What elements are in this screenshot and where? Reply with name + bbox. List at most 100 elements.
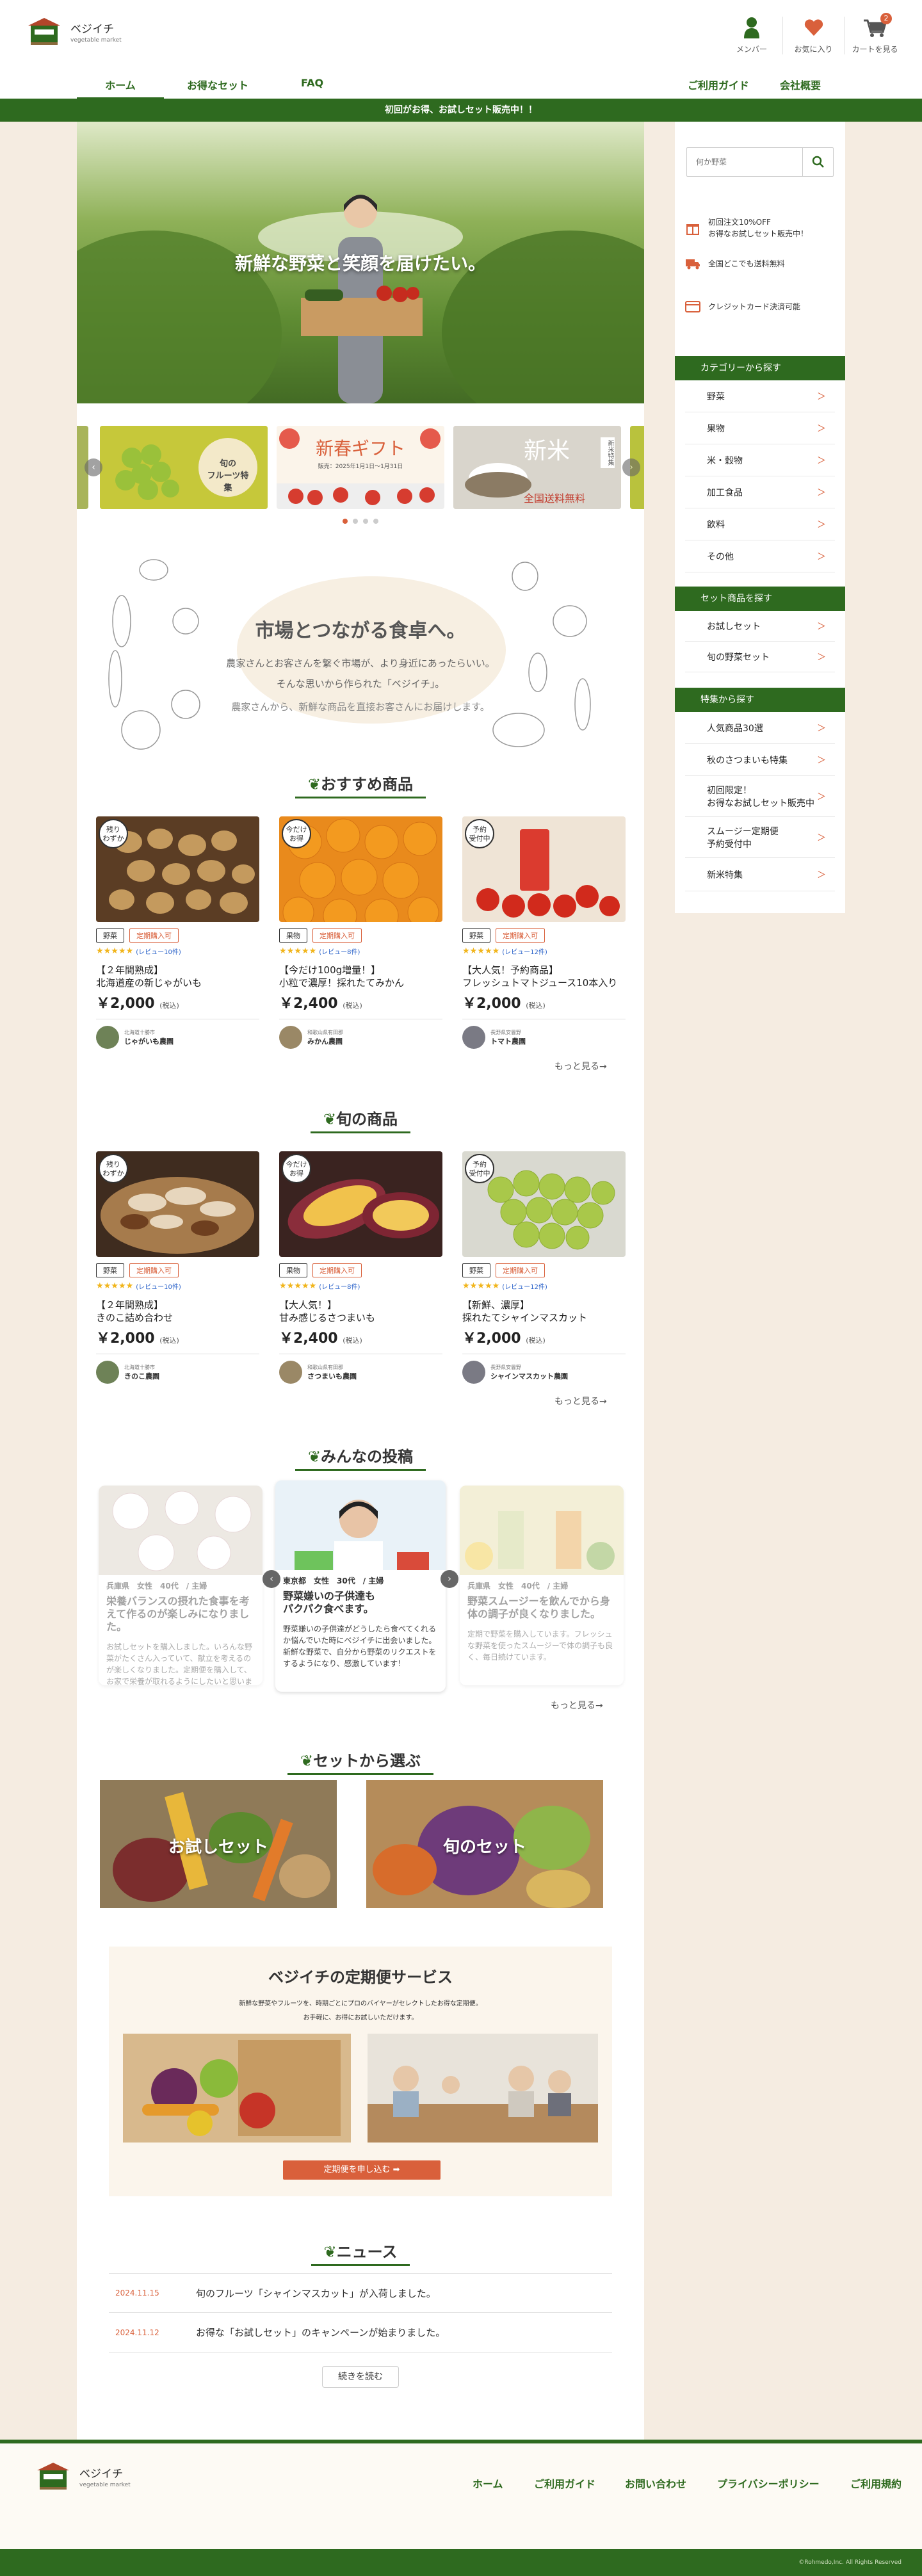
seasonal-set-card[interactable]: 旬のセット bbox=[366, 1780, 603, 1908]
news-read-all-button[interactable]: 続きを読む bbox=[322, 2366, 399, 2388]
feature-item[interactable]: 初回限定！ お得なお試しセット販売中＞ bbox=[685, 776, 835, 817]
subscription-apply-button[interactable]: 定期便を申し込む ➡ bbox=[283, 2160, 441, 2180]
product-image[interactable]: 今だけ お得 bbox=[279, 816, 442, 922]
carousel-dot[interactable] bbox=[353, 519, 358, 524]
review-count-link[interactable]: (レビュー8件) bbox=[319, 946, 360, 956]
seller[interactable]: 和歌山県有田郡 さつまいも農園 bbox=[279, 1354, 442, 1384]
product-image[interactable]: 今だけ お得 bbox=[279, 1151, 442, 1257]
post-card[interactable]: 兵庫県 女性 40代 / 主婦 栄養バランスの摂れた食事を考えて作るのが楽しみに… bbox=[99, 1486, 263, 1685]
search-button[interactable] bbox=[802, 148, 833, 176]
post-body: お試しセットを購入しました。いろんな野菜がたくさん入っていて、献立を考えるのが楽… bbox=[106, 1642, 253, 1685]
review-count-link[interactable]: (レビュー8件) bbox=[319, 1281, 360, 1291]
product-card[interactable]: 予約 受付中 野菜 定期購入可 ★★★★★ (レビュー12件) 【大人気！予約商品】… bbox=[462, 816, 626, 1049]
category-item[interactable]: その他＞ bbox=[685, 540, 835, 572]
set-item[interactable]: お試しセット＞ bbox=[685, 611, 835, 642]
category-item[interactable]: 加工食品＞ bbox=[685, 476, 835, 508]
recommended-more-link[interactable]: もっと見る→ bbox=[554, 1060, 607, 1073]
footer-link-terms[interactable]: ご利用規約 bbox=[850, 2475, 902, 2491]
feature-item[interactable]: 新米特集＞ bbox=[685, 858, 835, 891]
subscription-pill: 定期購入可 bbox=[496, 1263, 545, 1277]
truck-icon bbox=[686, 259, 700, 270]
nav-guide[interactable]: ご利用ガイド bbox=[688, 77, 749, 92]
seller-avatar bbox=[462, 1361, 485, 1384]
seller[interactable]: 和歌山県有田郡 みかん農園 bbox=[279, 1019, 442, 1049]
product-card[interactable]: 今だけ お得 果物 定期購入可 ★★★★★ (レビュー8件) 【今だけ100g増量！… bbox=[279, 816, 442, 1049]
product-title[interactable]: 【２年間熟成】 きのこ詰め合わせ bbox=[96, 1299, 259, 1324]
footer: ベジイチ vegetable market ホーム ご利用ガイド お問い合わせ プ… bbox=[0, 2440, 922, 2549]
cart-button[interactable]: 2 カートを見る bbox=[844, 13, 905, 54]
category-item[interactable]: 野菜＞ bbox=[685, 380, 835, 412]
carousel-slide-fruit[interactable]: 旬の フルーツ特集 bbox=[100, 426, 268, 509]
carousel-prev-button[interactable]: ‹ bbox=[85, 458, 102, 476]
promo-banner[interactable]: 初回がお得、お試しセット販売中！！ bbox=[0, 99, 922, 122]
seller[interactable]: 北海道十勝市 きのこ農園 bbox=[96, 1354, 259, 1384]
carousel-slide-gift[interactable]: 新春ギフト 販売：2025年1月1日～1月31日 bbox=[277, 426, 444, 509]
post-card[interactable]: 東京都 女性 30代 / 主婦 野菜嫌いの子供達も パクパク食べます。 野菜嫌い… bbox=[275, 1480, 446, 1692]
set-item[interactable]: 旬の野菜セット＞ bbox=[685, 642, 835, 672]
footer-link-privacy[interactable]: プライバシーポリシー bbox=[717, 2475, 820, 2491]
posts-next-button[interactable]: › bbox=[441, 1570, 458, 1588]
posts-more-link[interactable]: もっと見る→ bbox=[551, 1699, 603, 1712]
trial-set-card[interactable]: お試しセット bbox=[100, 1780, 337, 1908]
review-count-link[interactable]: (レビュー10件) bbox=[136, 1281, 181, 1291]
seller[interactable]: 長野県安曇野 トマト農園 bbox=[462, 1019, 626, 1049]
intro-line-2: そんな思いから作られた「ベジイチ」。 bbox=[276, 678, 445, 690]
product-card[interactable]: 今だけ お得 果物 定期購入可 ★★★★★ (レビュー8件) 【大人気！】 甘み感じる… bbox=[279, 1151, 442, 1384]
feature-item[interactable]: スムージー定期便 予約受付中＞ bbox=[685, 817, 835, 858]
product-title[interactable]: 【新鮮、濃厚】 採れたてシャインマスカット bbox=[462, 1299, 626, 1324]
post-card[interactable]: 兵庫県 女性 40代 / 主婦 野菜スムージーを飲んでから身体の調子が良くなりま… bbox=[460, 1486, 624, 1685]
product-title[interactable]: 【今だけ100g増量！】 小粒で濃厚！採れたてみかん bbox=[279, 964, 442, 989]
product-card[interactable]: 予約 受付中 野菜 定期購入可 ★★★★★ (レビュー12件) 【新鮮、濃厚】 採れた… bbox=[462, 1151, 626, 1384]
post-image bbox=[99, 1486, 263, 1575]
product-title[interactable]: 【２年間熟成】 北海道産の新じゃがいも bbox=[96, 964, 259, 989]
feature-item[interactable]: 人気商品30選＞ bbox=[685, 712, 835, 744]
product-image[interactable]: 残り わずか bbox=[96, 816, 259, 922]
carousel-next-button[interactable]: › bbox=[622, 458, 640, 476]
footer-logo[interactable]: ベジイチ vegetable market bbox=[35, 2460, 131, 2492]
footer-link-guide[interactable]: ご利用ガイド bbox=[534, 2475, 595, 2491]
carousel-dot[interactable] bbox=[373, 519, 378, 524]
carousel-dot[interactable] bbox=[363, 519, 368, 524]
leaf-icon: ❦ bbox=[323, 1110, 337, 1128]
logo[interactable]: ベジイチ vegetable market bbox=[26, 15, 122, 47]
product-image[interactable]: 予約 受付中 bbox=[462, 816, 626, 922]
news-item[interactable]: 2024.11.15 旬のフルーツ「シャインマスカット」が入荷しました。 bbox=[109, 2273, 612, 2313]
product-image[interactable]: 予約 受付中 bbox=[462, 1151, 626, 1257]
nav-home[interactable]: ホーム bbox=[77, 77, 164, 100]
footer-link-home[interactable]: ホーム bbox=[473, 2475, 503, 2491]
leaf-icon: ❦ bbox=[307, 1448, 321, 1466]
review-count-link[interactable]: (レビュー10件) bbox=[136, 946, 181, 956]
member-button[interactable]: メンバー bbox=[721, 17, 782, 54]
news-date: 2024.11.15 bbox=[115, 2288, 159, 2297]
sets-title: ❦ セットから選ぶ bbox=[77, 1748, 644, 1775]
subscription-title: ベジイチの定期便サービス bbox=[268, 1968, 453, 1986]
news-text: 旬のフルーツ「シャインマスカット」が入荷しました。 bbox=[196, 2287, 436, 2299]
carousel-slide-rice[interactable]: 新米 全国送料無料 新米特集 bbox=[453, 426, 621, 509]
seasonal-more-link[interactable]: もっと見る→ bbox=[554, 1395, 607, 1407]
search-input[interactable] bbox=[687, 148, 802, 176]
category-item[interactable]: 飲料＞ bbox=[685, 508, 835, 540]
subscription-pill: 定期購入可 bbox=[312, 1263, 362, 1277]
seller[interactable]: 北海道十勝市 じゃがいも農園 bbox=[96, 1019, 259, 1049]
product-title[interactable]: 【大人気！】 甘み感じるさつまいも bbox=[279, 1299, 442, 1324]
seller[interactable]: 長野県安曇野 シャインマスカット農園 bbox=[462, 1354, 626, 1384]
favorite-button[interactable]: お気に入り bbox=[782, 17, 844, 54]
review-count-link[interactable]: (レビュー12件) bbox=[502, 946, 547, 956]
product-image[interactable]: 残り わずか bbox=[96, 1151, 259, 1257]
footer-link-contact[interactable]: お問い合わせ bbox=[625, 2475, 686, 2491]
seller-avatar bbox=[462, 1026, 485, 1049]
nav-faq[interactable]: FAQ bbox=[301, 77, 323, 89]
nav-sets[interactable]: お得なセット bbox=[187, 77, 248, 92]
product-card[interactable]: 残り わずか 野菜 定期購入可 ★★★★★ (レビュー10件) 【２年間熟成】 きのこ… bbox=[96, 1151, 259, 1384]
posts-prev-button[interactable]: ‹ bbox=[263, 1570, 280, 1588]
nav-company[interactable]: 会社概要 bbox=[780, 77, 821, 92]
seller-avatar bbox=[279, 1361, 302, 1384]
feature-item[interactable]: 秋のさつまいも特集＞ bbox=[685, 744, 835, 776]
product-title[interactable]: 【大人気！予約商品】 フレッシュトマトジュース10本入り bbox=[462, 964, 626, 989]
category-item[interactable]: 果物＞ bbox=[685, 412, 835, 444]
news-item[interactable]: 2024.11.12 お得な「お試しセット」のキャンペーンが始まりました。 bbox=[109, 2313, 612, 2353]
carousel-dot[interactable] bbox=[343, 519, 348, 524]
category-item[interactable]: 米・穀物＞ bbox=[685, 444, 835, 476]
product-card[interactable]: 残り わずか 野菜 定期購入可 ★★★★★ (レビュー10件) 【２年間熟成】 北海道… bbox=[96, 816, 259, 1049]
review-count-link[interactable]: (レビュー12件) bbox=[502, 1281, 547, 1291]
